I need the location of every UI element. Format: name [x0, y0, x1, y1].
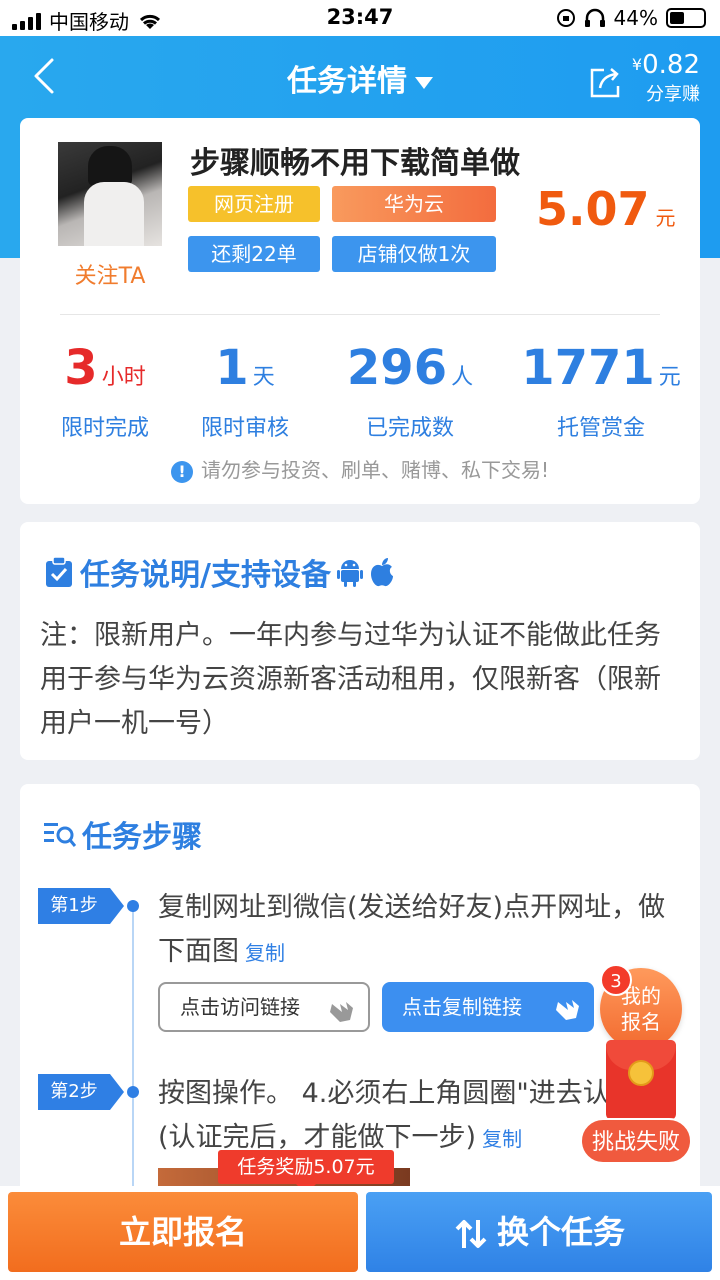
- copy-link-button[interactable]: 点击复制链接: [382, 982, 594, 1032]
- share-amount: 0.82: [642, 50, 700, 80]
- share-label: 分享赚: [646, 84, 700, 105]
- description-title: 任务说明/支持设备: [80, 558, 331, 593]
- headphones-icon: [584, 8, 605, 27]
- search-list-icon: [44, 823, 76, 847]
- signup-now-button[interactable]: 立即报名: [8, 1192, 358, 1272]
- bottom-action-bar: 立即报名 换个任务: [0, 1186, 720, 1280]
- step-badge-2: 第2步: [38, 1074, 124, 1110]
- divider: [60, 314, 660, 315]
- red-envelope-icon: [606, 1040, 676, 1120]
- tag-platform: 华为云: [332, 186, 496, 222]
- info-icon: !: [170, 460, 193, 483]
- switch-task-button[interactable]: 换个任务: [366, 1192, 712, 1272]
- description-card: 任务说明/支持设备 注：限新用户。一年内参与过华为认证不能做此任务 用于参与华为…: [20, 522, 700, 760]
- reward-tooltip: 任务奖励5.07元: [218, 1150, 394, 1194]
- description-text: 注：限新用户。一年内参与过华为认证不能做此任务 用于参与华为云资源新客活动租用，…: [40, 620, 661, 739]
- nav-bar: 任务详情 ¥0.82 分享赚: [0, 36, 720, 120]
- share-earn-button[interactable]: ¥0.82 分享赚: [586, 50, 700, 106]
- rotation-lock-icon: [556, 9, 575, 27]
- pointer-hand-icon: [330, 1002, 353, 1022]
- copy-link-2[interactable]: 复制: [482, 1127, 522, 1151]
- challenge-failed-button[interactable]: 挑战失败: [580, 1040, 692, 1170]
- tag-shop-limit: 店铺仅做1次: [332, 236, 496, 272]
- share-icon: [590, 68, 620, 98]
- stat-escrow: 1771 元 托管赏金: [521, 340, 681, 441]
- follow-button[interactable]: 关注TA: [58, 258, 162, 290]
- stat-completed: 296 人 已完成数: [346, 340, 474, 441]
- challenge-label: 挑战失败: [580, 1118, 692, 1164]
- status-bar: 中国移动 23:47 44%: [0, 0, 720, 36]
- task-summary-card: 关注TA 步骤顺畅不用下载简单做 网页注册 华为云 还剩22单 店铺仅做1次 5…: [20, 118, 700, 504]
- stat-time-limit: 3 小时 限时完成: [60, 340, 149, 441]
- timeline-dot: [127, 1086, 139, 1098]
- caret-down-icon: [415, 76, 433, 89]
- step-text-1: 复制网址到微信(发送给好友)点开网址，做下面图 复制: [158, 892, 666, 967]
- avatar[interactable]: [58, 142, 162, 246]
- timeline-dot: [127, 900, 139, 912]
- stat-review-limit: 1天 限时审核: [200, 340, 289, 441]
- tag-type: 网页注册: [188, 186, 320, 222]
- visit-link-button[interactable]: 点击访问链接: [158, 982, 370, 1032]
- battery-percent: 44%: [613, 6, 658, 30]
- battery-icon: [666, 8, 706, 28]
- timeline-line: [132, 904, 134, 1204]
- reward-amount: 5.07 元: [536, 182, 676, 236]
- share-currency: ¥: [631, 55, 643, 74]
- pointer-hand-icon: [556, 1000, 579, 1020]
- android-icon: [336, 560, 363, 587]
- step-badge-1: 第1步: [38, 888, 124, 924]
- signup-count-badge: 3: [600, 964, 632, 996]
- tag-remaining: 还剩22单: [188, 236, 320, 272]
- warning-notice: ! 请勿参与投资、刷单、赌博、私下交易!: [20, 454, 700, 483]
- steps-title: 任务步骤: [82, 820, 202, 855]
- copy-link-1[interactable]: 复制: [245, 941, 285, 965]
- apple-icon: [370, 558, 393, 587]
- task-title: 步骤顺畅不用下载简单做: [190, 146, 520, 181]
- swap-icon: [455, 1220, 487, 1248]
- clipboard-check-icon: [46, 556, 72, 587]
